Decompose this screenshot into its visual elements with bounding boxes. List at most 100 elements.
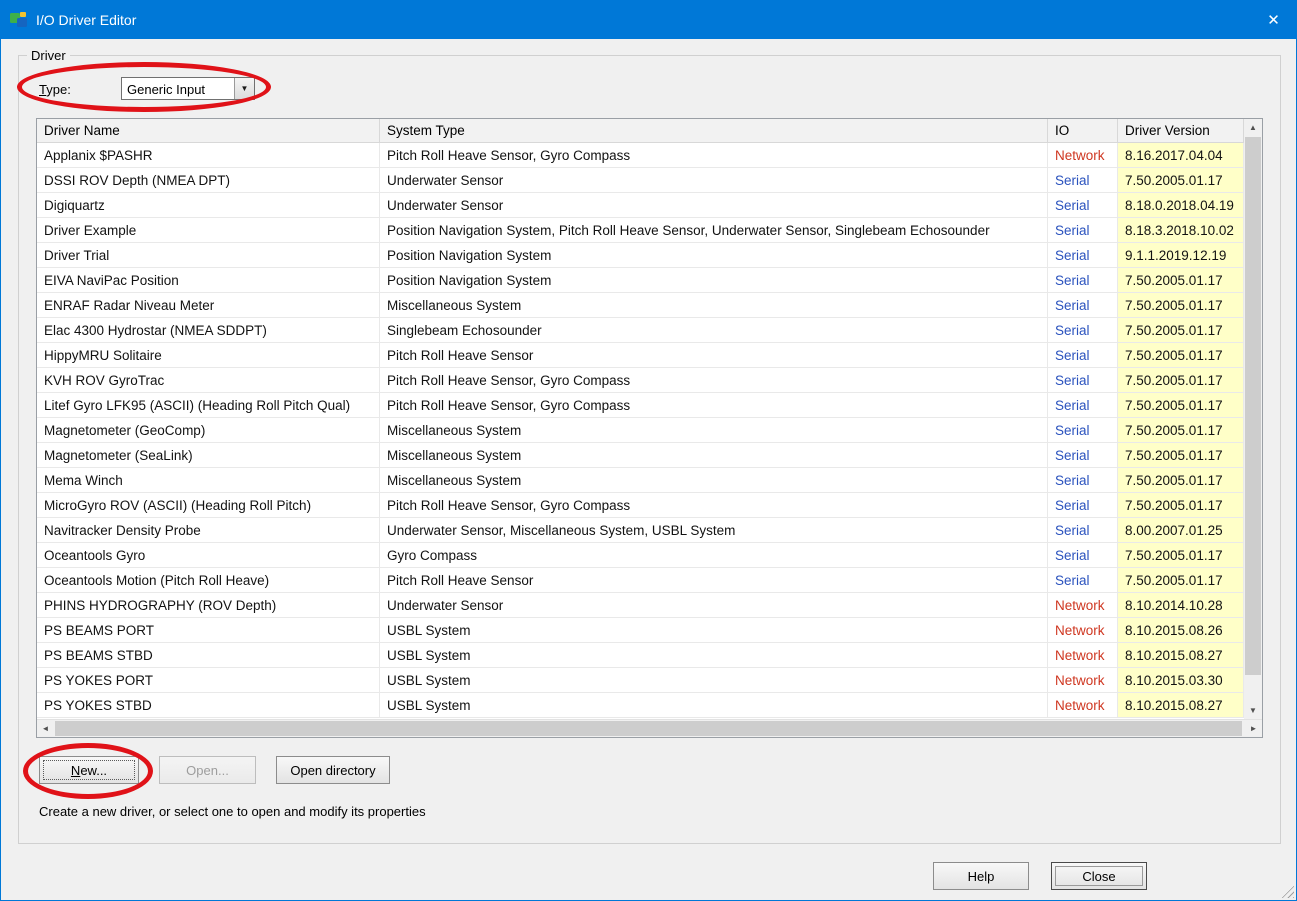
cell-system-type[interactable]: Miscellaneous System: [380, 418, 1048, 442]
cell-driver-name[interactable]: PS YOKES PORT: [37, 668, 380, 692]
cell-driver-version[interactable]: 8.18.0.2018.04.19: [1118, 193, 1244, 217]
table-row[interactable]: PHINS HYDROGRAPHY (ROV Depth) Underwater…: [37, 593, 1244, 618]
cell-system-type[interactable]: Pitch Roll Heave Sensor: [380, 568, 1048, 592]
cell-driver-name[interactable]: Mema Winch: [37, 468, 380, 492]
table-row[interactable]: EIVA NaviPac Position Position Navigatio…: [37, 268, 1244, 293]
table-row[interactable]: HippyMRU Solitaire Pitch Roll Heave Sens…: [37, 343, 1244, 368]
table-row[interactable]: KVH ROV GyroTrac Pitch Roll Heave Sensor…: [37, 368, 1244, 393]
cell-system-type[interactable]: Position Navigation System: [380, 268, 1048, 292]
cell-io[interactable]: Serial: [1048, 543, 1118, 567]
cell-io[interactable]: Serial: [1048, 193, 1118, 217]
help-button[interactable]: Help: [933, 862, 1029, 890]
cell-io[interactable]: Serial: [1048, 268, 1118, 292]
cell-system-type[interactable]: USBL System: [380, 618, 1048, 642]
open-directory-button[interactable]: Open directory: [276, 756, 390, 784]
cell-io[interactable]: Network: [1048, 618, 1118, 642]
cell-system-type[interactable]: Position Navigation System, Pitch Roll H…: [380, 218, 1048, 242]
cell-io[interactable]: Network: [1048, 593, 1118, 617]
cell-driver-name[interactable]: Magnetometer (SeaLink): [37, 443, 380, 467]
table-row[interactable]: Magnetometer (SeaLink) Miscellaneous Sys…: [37, 443, 1244, 468]
cell-driver-name[interactable]: Elac 4300 Hydrostar (NMEA SDDPT): [37, 318, 380, 342]
cell-io[interactable]: Network: [1048, 143, 1118, 167]
new-button[interactable]: New...: [39, 756, 139, 784]
cell-io[interactable]: Serial: [1048, 568, 1118, 592]
close-button[interactable]: Close: [1051, 862, 1147, 890]
cell-driver-name[interactable]: Litef Gyro LFK95 (ASCII) (Heading Roll P…: [37, 393, 380, 417]
cell-driver-name[interactable]: Driver Trial: [37, 243, 380, 267]
table-row[interactable]: MicroGyro ROV (ASCII) (Heading Roll Pitc…: [37, 493, 1244, 518]
table-row[interactable]: Elac 4300 Hydrostar (NMEA SDDPT) Singleb…: [37, 318, 1244, 343]
cell-driver-version[interactable]: 8.10.2015.08.27: [1118, 643, 1244, 667]
table-row[interactable]: Driver Example Position Navigation Syste…: [37, 218, 1244, 243]
cell-driver-version[interactable]: 7.50.2005.01.17: [1118, 318, 1244, 342]
cell-driver-name[interactable]: ENRAF Radar Niveau Meter: [37, 293, 380, 317]
cell-driver-name[interactable]: Navitracker Density Probe: [37, 518, 380, 542]
cell-driver-version[interactable]: 7.50.2005.01.17: [1118, 543, 1244, 567]
vertical-scroll-track[interactable]: [1244, 136, 1262, 702]
cell-driver-version[interactable]: 8.10.2014.10.28: [1118, 593, 1244, 617]
cell-io[interactable]: Serial: [1048, 368, 1118, 392]
cell-driver-version[interactable]: 7.50.2005.01.17: [1118, 168, 1244, 192]
cell-driver-name[interactable]: PS BEAMS STBD: [37, 643, 380, 667]
cell-driver-version[interactable]: 7.50.2005.01.17: [1118, 418, 1244, 442]
cell-io[interactable]: Serial: [1048, 393, 1118, 417]
cell-system-type[interactable]: Underwater Sensor: [380, 168, 1048, 192]
window-close-button[interactable]: ✕: [1251, 1, 1296, 39]
cell-driver-version[interactable]: 7.50.2005.01.17: [1118, 468, 1244, 492]
table-row[interactable]: PS BEAMS PORT USBL System Network 8.10.2…: [37, 618, 1244, 643]
horizontal-scroll-track[interactable]: [54, 720, 1245, 737]
type-dropdown-value[interactable]: Generic Input: [122, 78, 234, 99]
column-header-driver-version[interactable]: Driver Version: [1118, 119, 1244, 142]
cell-system-type[interactable]: USBL System: [380, 668, 1048, 692]
vertical-scrollbar[interactable]: ▲ ▼: [1244, 119, 1262, 719]
table-row[interactable]: PS BEAMS STBD USBL System Network 8.10.2…: [37, 643, 1244, 668]
table-row[interactable]: ENRAF Radar Niveau Meter Miscellaneous S…: [37, 293, 1244, 318]
cell-driver-name[interactable]: EIVA NaviPac Position: [37, 268, 380, 292]
cell-driver-name[interactable]: Oceantools Motion (Pitch Roll Heave): [37, 568, 380, 592]
dropdown-arrow-icon[interactable]: ▼: [234, 78, 254, 99]
cell-io[interactable]: Network: [1048, 668, 1118, 692]
cell-driver-version[interactable]: 7.50.2005.01.17: [1118, 293, 1244, 317]
cell-io[interactable]: Serial: [1048, 443, 1118, 467]
cell-driver-version[interactable]: 7.50.2005.01.17: [1118, 493, 1244, 517]
horizontal-scroll-thumb[interactable]: [55, 721, 1242, 736]
cell-system-type[interactable]: Underwater Sensor, Miscellaneous System,…: [380, 518, 1048, 542]
table-row[interactable]: Navitracker Density Probe Underwater Sen…: [37, 518, 1244, 543]
cell-driver-name[interactable]: Oceantools Gyro: [37, 543, 380, 567]
cell-driver-version[interactable]: 9.1.1.2019.12.19: [1118, 243, 1244, 267]
cell-system-type[interactable]: USBL System: [380, 643, 1048, 667]
cell-io[interactable]: Serial: [1048, 243, 1118, 267]
cell-driver-name[interactable]: Magnetometer (GeoComp): [37, 418, 380, 442]
cell-io[interactable]: Serial: [1048, 318, 1118, 342]
table-row[interactable]: Oceantools Gyro Gyro Compass Serial 7.50…: [37, 543, 1244, 568]
cell-io[interactable]: Serial: [1048, 418, 1118, 442]
cell-io[interactable]: Network: [1048, 693, 1118, 717]
table-row[interactable]: DSSI ROV Depth (NMEA DPT) Underwater Sen…: [37, 168, 1244, 193]
cell-io[interactable]: Network: [1048, 643, 1118, 667]
table-row[interactable]: PS YOKES STBD USBL System Network 8.10.2…: [37, 693, 1244, 718]
cell-driver-version[interactable]: 8.10.2015.08.27: [1118, 693, 1244, 717]
vertical-scroll-thumb[interactable]: [1245, 137, 1261, 675]
table-row[interactable]: Oceantools Motion (Pitch Roll Heave) Pit…: [37, 568, 1244, 593]
cell-driver-name[interactable]: DSSI ROV Depth (NMEA DPT): [37, 168, 380, 192]
cell-driver-version[interactable]: 8.18.3.2018.10.02: [1118, 218, 1244, 242]
column-header-system-type[interactable]: System Type: [380, 119, 1048, 142]
cell-driver-name[interactable]: Driver Example: [37, 218, 380, 242]
cell-driver-version[interactable]: 8.10.2015.08.26: [1118, 618, 1244, 642]
cell-system-type[interactable]: Miscellaneous System: [380, 293, 1048, 317]
cell-driver-version[interactable]: 8.00.2007.01.25: [1118, 518, 1244, 542]
cell-system-type[interactable]: Underwater Sensor: [380, 193, 1048, 217]
cell-io[interactable]: Serial: [1048, 343, 1118, 367]
table-row[interactable]: Applanix $PASHR Pitch Roll Heave Sensor,…: [37, 143, 1244, 168]
cell-driver-version[interactable]: 8.10.2015.03.30: [1118, 668, 1244, 692]
cell-system-type[interactable]: Underwater Sensor: [380, 593, 1048, 617]
cell-system-type[interactable]: Position Navigation System: [380, 243, 1048, 267]
table-row[interactable]: Magnetometer (GeoComp) Miscellaneous Sys…: [37, 418, 1244, 443]
scroll-left-icon[interactable]: ◄: [37, 720, 54, 737]
cell-system-type[interactable]: USBL System: [380, 693, 1048, 717]
table-row[interactable]: PS YOKES PORT USBL System Network 8.10.2…: [37, 668, 1244, 693]
type-dropdown[interactable]: Generic Input ▼: [121, 77, 255, 100]
cell-system-type[interactable]: Miscellaneous System: [380, 468, 1048, 492]
table-row[interactable]: Driver Trial Position Navigation System …: [37, 243, 1244, 268]
column-header-driver-name[interactable]: Driver Name: [37, 119, 380, 142]
